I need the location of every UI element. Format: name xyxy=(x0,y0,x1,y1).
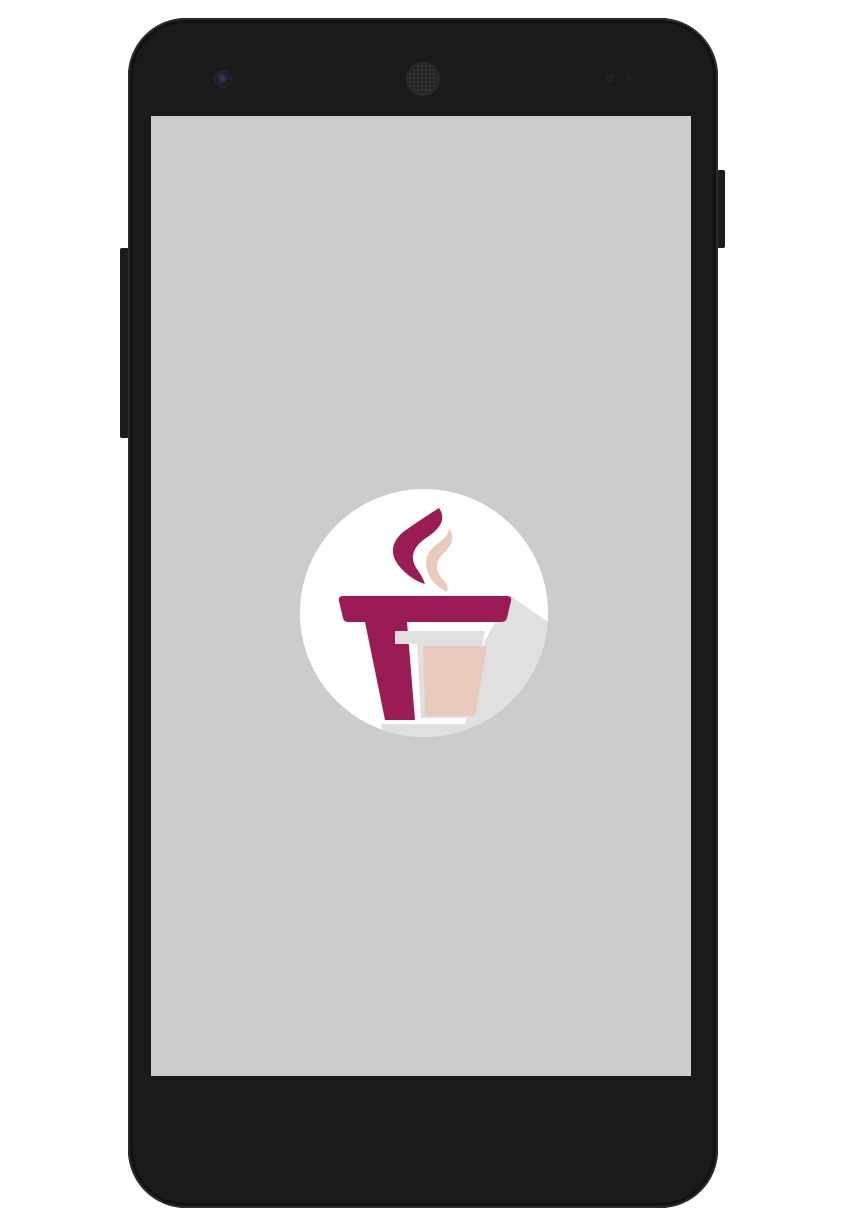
power-button xyxy=(717,170,725,248)
proximity-sensor xyxy=(606,74,614,82)
app-screen[interactable] xyxy=(151,116,691,1076)
light-sensor xyxy=(626,75,632,81)
device-mockup xyxy=(0,0,845,1225)
app-logo xyxy=(300,489,548,737)
front-camera xyxy=(216,72,230,86)
earpiece-speaker xyxy=(408,64,438,94)
cup-rim xyxy=(338,596,512,622)
